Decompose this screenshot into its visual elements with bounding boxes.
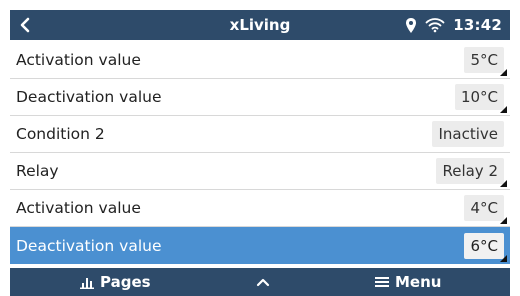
list-item[interactable]: Deactivation value 10°C <box>10 79 510 116</box>
bottom-bar: Pages Menu <box>10 268 510 296</box>
clock: 13:42 <box>453 16 502 34</box>
status-area: 13:42 <box>405 10 502 40</box>
item-label: Condition 2 <box>16 125 105 143</box>
wifi-icon <box>425 18 445 33</box>
item-label: Activation value <box>16 51 141 69</box>
list-item[interactable]: Relay Relay 2 <box>10 153 510 190</box>
chevron-left-icon <box>20 17 30 33</box>
hamburger-menu-icon <box>375 277 389 287</box>
item-label: Activation value <box>16 199 141 217</box>
list-item[interactable]: Condition 2 Inactive <box>10 116 510 153</box>
list-item[interactable]: Activation value 4°C <box>10 190 510 227</box>
menu-label: Menu <box>395 273 442 291</box>
settings-list: Activation value 5°C Deactivation value … <box>10 42 510 264</box>
list-item-selected[interactable]: Deactivation value 6°C <box>10 227 510 264</box>
item-value[interactable]: Relay 2 <box>436 158 507 187</box>
location-pin-icon <box>406 17 417 33</box>
back-button[interactable] <box>10 10 40 40</box>
pages-label: Pages <box>100 273 151 291</box>
chevron-up-icon <box>256 278 270 287</box>
app-frame: xLiving 13:42 Activation value 5°C Deact… <box>0 0 520 296</box>
item-value[interactable]: 6°C <box>464 232 507 262</box>
item-value[interactable]: 10°C <box>454 84 508 113</box>
bar-chart-icon <box>80 277 94 289</box>
item-value[interactable]: 5°C <box>464 47 507 76</box>
item-value[interactable]: 4°C <box>464 195 507 224</box>
pages-button[interactable]: Pages <box>80 273 151 291</box>
menu-button[interactable]: Menu <box>375 273 441 291</box>
item-label: Deactivation value <box>16 88 162 106</box>
item-label: Deactivation value <box>16 236 162 255</box>
top-bar: xLiving 13:42 <box>10 10 510 40</box>
item-label: Relay <box>16 162 59 180</box>
item-value: Inactive <box>432 121 504 147</box>
scroll-up-button[interactable] <box>256 277 270 287</box>
list-item[interactable]: Activation value 5°C <box>10 42 510 79</box>
